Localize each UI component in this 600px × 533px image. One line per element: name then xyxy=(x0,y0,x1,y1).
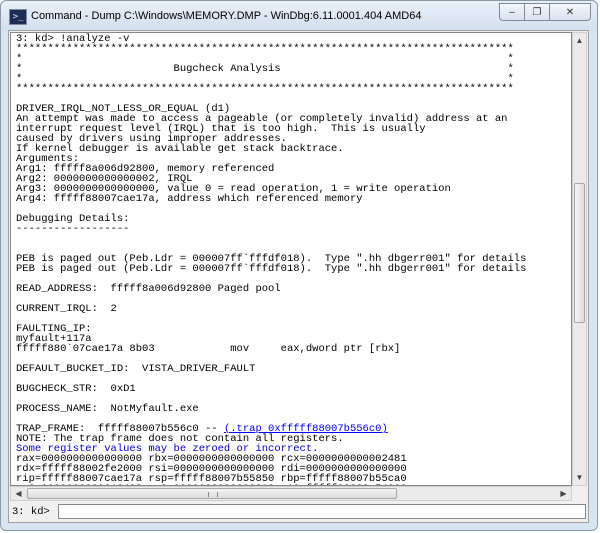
output-line-text: Arg4: fffff88007cae17a, address which re… xyxy=(16,193,363,205)
output-line: If kernel debugger is available get stac… xyxy=(16,144,571,155)
command-prompt: 3: kd> xyxy=(12,506,50,518)
restore-button[interactable]: ❐ xyxy=(524,3,550,21)
close-button[interactable]: ✕ xyxy=(549,3,591,21)
title-bar[interactable]: >_ Command - Dump C:\Windows\MEMORY.DMP … xyxy=(1,1,597,31)
scroll-grip-icon xyxy=(208,492,218,497)
output-lines: 3: kd> !analyze -v **********************… xyxy=(11,33,571,485)
command-window-icon[interactable]: >_ xyxy=(9,9,27,25)
output-line-text: CURRENT_IRQL: 2 xyxy=(16,303,117,315)
output-line-text: DEFAULT_BUCKET_ID: VISTA_DRIVER_FAULT xyxy=(16,363,256,375)
command-output[interactable]: 3: kd> !analyze -v **********************… xyxy=(10,32,572,486)
vertical-scroll-thumb[interactable] xyxy=(574,183,585,323)
output-line: Arg4: fffff88007cae17a, address which re… xyxy=(16,193,571,205)
output-line: BUGCHECK_STR: 0xD1 xyxy=(16,383,571,395)
output-line-text: READ_ADDRESS: fffff8a006d92800 Paged poo… xyxy=(16,283,281,295)
output-line-text: fffff880`07cae17a 8b03 mov eax,dword ptr… xyxy=(16,343,401,355)
output-line: PROCESS_NAME: NotMyfault.exe xyxy=(16,403,571,415)
output-line: ------------------ xyxy=(16,223,571,235)
output-line-text: ****************************************… xyxy=(16,83,514,95)
output-line-text: BUGCHECK_STR: 0xD1 xyxy=(16,383,136,395)
command-bar: 3: kd> xyxy=(10,504,587,520)
output-line-text: ------------------ xyxy=(16,223,130,235)
window-controls: – ❐ ✕ xyxy=(499,3,591,23)
vertical-scrollbar[interactable]: ▲ ▼ xyxy=(572,32,587,486)
scroll-left-arrow-icon[interactable]: ◀ xyxy=(11,487,26,500)
output-line: DEFAULT_BUCKET_ID: VISTA_DRIVER_FAULT xyxy=(16,363,571,375)
output-line: READ_ADDRESS: fffff8a006d92800 Paged poo… xyxy=(16,283,571,295)
output-line-text: PROCESS_NAME: NotMyfault.exe xyxy=(16,403,199,415)
horizontal-scroll-thumb[interactable] xyxy=(27,488,397,499)
output-line: CURRENT_IRQL: 2 xyxy=(16,303,571,315)
scroll-up-arrow-icon[interactable]: ▲ xyxy=(573,33,586,48)
minimize-button[interactable]: – xyxy=(499,3,525,21)
scroll-down-arrow-icon[interactable]: ▼ xyxy=(573,470,586,485)
output-line-text: PEB is paged out (Peb.Ldr = 000007ff`fff… xyxy=(16,263,527,275)
output-line: PEB is paged out (Peb.Ldr = 000007ff`fff… xyxy=(16,263,571,275)
output-line: ****************************************… xyxy=(16,83,571,95)
output-line: fffff880`07cae17a 8b03 mov eax,dword ptr… xyxy=(16,343,571,355)
command-input[interactable] xyxy=(58,504,586,519)
scroll-right-arrow-icon[interactable]: ▶ xyxy=(556,487,571,500)
output-line: FAULTING_IP: xyxy=(16,324,571,335)
horizontal-scrollbar[interactable]: ◀ ▶ xyxy=(10,486,572,501)
window-title: Command - Dump C:\Windows\MEMORY.DMP - W… xyxy=(31,10,422,22)
